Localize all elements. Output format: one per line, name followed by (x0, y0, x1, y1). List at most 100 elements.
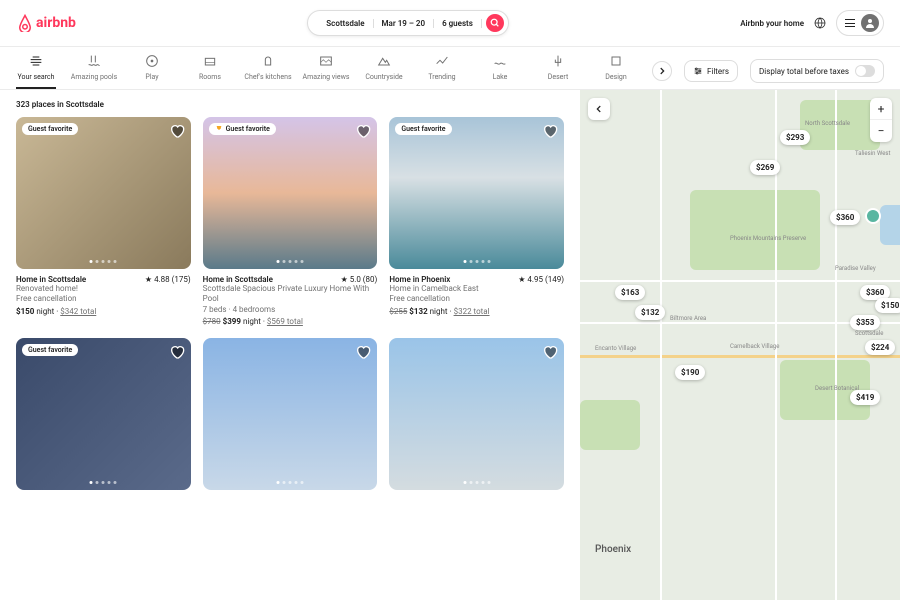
categories-next-button[interactable] (652, 61, 672, 81)
host-link[interactable]: Airbnb your home (740, 19, 804, 28)
category-pool[interactable]: Amazing pools (74, 53, 114, 89)
category-rooms[interactable]: Rooms (190, 53, 230, 89)
map-price-pin[interactable]: $132 (635, 305, 665, 320)
map-price-pin[interactable]: $353 (850, 315, 880, 330)
map-price-pin[interactable]: $419 (850, 390, 880, 405)
search-icon (28, 53, 44, 69)
listing-card (203, 338, 378, 490)
category-country[interactable]: Countryside (364, 53, 404, 89)
image-dots (90, 481, 117, 484)
map-price-pin[interactable]: $360 (830, 210, 860, 225)
map-road (580, 280, 900, 282)
logo-text: airbnb (36, 15, 76, 31)
user-menu[interactable] (836, 10, 884, 36)
category-play[interactable]: Play (132, 53, 172, 89)
listing-price: $780 $399 night · $569 total (203, 317, 378, 326)
search-guests[interactable]: 6 guests (434, 19, 482, 28)
listing-card: Guest favorite Home in Scottsdale ★ 4.88… (16, 117, 191, 326)
category-trending[interactable]: Trending (422, 53, 462, 89)
map-area-label: Camelback Village (730, 343, 779, 350)
results-heading: 323 places in Scottsdale (16, 100, 564, 109)
map-water (880, 205, 900, 245)
listing-price: $150 night · $342 total (16, 307, 191, 316)
map-road (835, 90, 837, 600)
map-price-pin[interactable]: $163 (615, 285, 645, 300)
map-area-label: Encanto Village (595, 345, 636, 352)
listing-title[interactable]: Home in Scottsdale (16, 275, 86, 284)
category-design[interactable]: Design (596, 53, 636, 89)
search-button[interactable] (486, 14, 504, 32)
map-price-pin[interactable]: $224 (865, 340, 895, 355)
heart-icon[interactable] (542, 123, 558, 139)
design-icon (608, 53, 624, 69)
search-dates[interactable]: Mar 19 – 20 (374, 19, 435, 28)
category-list: Your search Amazing pools Play Rooms Chef's … (16, 53, 644, 89)
listing-title[interactable]: Home in Scottsdale (203, 275, 273, 284)
category-label: Design (605, 73, 626, 81)
listing-card: Guest favorite Home in Scottsdale ★ 5.0 … (203, 117, 378, 326)
listing-image[interactable]: Guest favorite (389, 117, 564, 269)
heart-icon[interactable] (169, 344, 185, 360)
map-collapse-button[interactable] (588, 98, 610, 120)
listing-rating: ★ 5.0 (80) (341, 275, 378, 284)
heart-icon[interactable] (169, 123, 185, 139)
category-label: Lake (493, 73, 508, 81)
heart-icon[interactable] (355, 123, 371, 139)
category-views[interactable]: Amazing views (306, 53, 346, 89)
listing-subtitle: Home in Camelback East (389, 284, 564, 294)
listing-body: Home in Phoenix ★ 4.95 (149) Home in Cam… (389, 269, 564, 316)
logo[interactable]: airbnb (16, 14, 76, 32)
heart-icon[interactable] (542, 344, 558, 360)
desert-icon (550, 53, 566, 69)
filters-button[interactable]: Filters (684, 60, 738, 82)
category-lake[interactable]: Lake (480, 53, 520, 89)
map-area-label: Paradise Valley (835, 265, 876, 272)
map-price-pin[interactable]: $269 (750, 160, 780, 175)
views-icon (318, 53, 334, 69)
category-label: Rooms (199, 73, 221, 81)
chevron-left-icon (594, 104, 604, 114)
category-desert[interactable]: Desert (538, 53, 578, 89)
total-toggle-label: Display total before taxes (759, 67, 849, 76)
category-label: Amazing views (303, 73, 350, 81)
map-price-pin[interactable]: $190 (675, 365, 705, 380)
search-pill[interactable]: Scottsdale Mar 19 – 20 6 guests (307, 10, 509, 36)
listing-image[interactable] (389, 338, 564, 490)
category-bar: Your search Amazing pools Play Rooms Chef's … (0, 47, 900, 90)
filters-label: Filters (707, 67, 729, 76)
category-label: Desert (548, 73, 568, 81)
listing-image[interactable]: Guest favorite (16, 117, 191, 269)
globe-icon[interactable] (814, 17, 826, 29)
listing-subtitle: Free cancellation (389, 294, 564, 304)
map-price-pin[interactable]: $293 (780, 130, 810, 145)
map-poi-icon[interactable] (865, 208, 881, 224)
map-area-label: North Scottsdale (805, 120, 850, 127)
category-search[interactable]: Your search (16, 53, 56, 89)
map[interactable]: + − Phoenix $293$269$360$163$132$360$150… (580, 90, 900, 600)
map-area-label: Phoenix Mountains Preserve (730, 235, 806, 242)
search-location[interactable]: Scottsdale (318, 19, 373, 28)
listing-body: Home in Scottsdale ★ 5.0 (80) Scottsdale… (203, 269, 378, 326)
map-park (580, 400, 640, 450)
hamburger-icon (845, 19, 855, 27)
play-icon (144, 53, 160, 69)
heart-icon[interactable] (355, 344, 371, 360)
zoom-in-button[interactable]: + (870, 98, 892, 120)
map-park (690, 190, 820, 270)
guest-favorite-badge: Guest favorite (22, 123, 78, 135)
image-dots (276, 260, 303, 263)
listing-price: $255 $132 night · $322 total (389, 307, 564, 316)
image-dots (463, 481, 490, 484)
category-label: Amazing pools (71, 73, 117, 81)
category-chef[interactable]: Chef's kitchens (248, 53, 288, 89)
listing-image[interactable] (203, 338, 378, 490)
listing-image[interactable]: Guest favorite (16, 338, 191, 490)
listing-title[interactable]: Home in Phoenix (389, 275, 450, 284)
image-dots (276, 481, 303, 484)
total-toggle-switch[interactable] (855, 65, 875, 77)
zoom-out-button[interactable]: − (870, 120, 892, 142)
listings-grid: Guest favorite Home in Scottsdale ★ 4.88… (16, 117, 564, 490)
listing-image[interactable]: Guest favorite (203, 117, 378, 269)
map-price-pin[interactable]: $150 (875, 298, 900, 313)
listing-rating: ★ 4.95 (149) (518, 275, 564, 284)
